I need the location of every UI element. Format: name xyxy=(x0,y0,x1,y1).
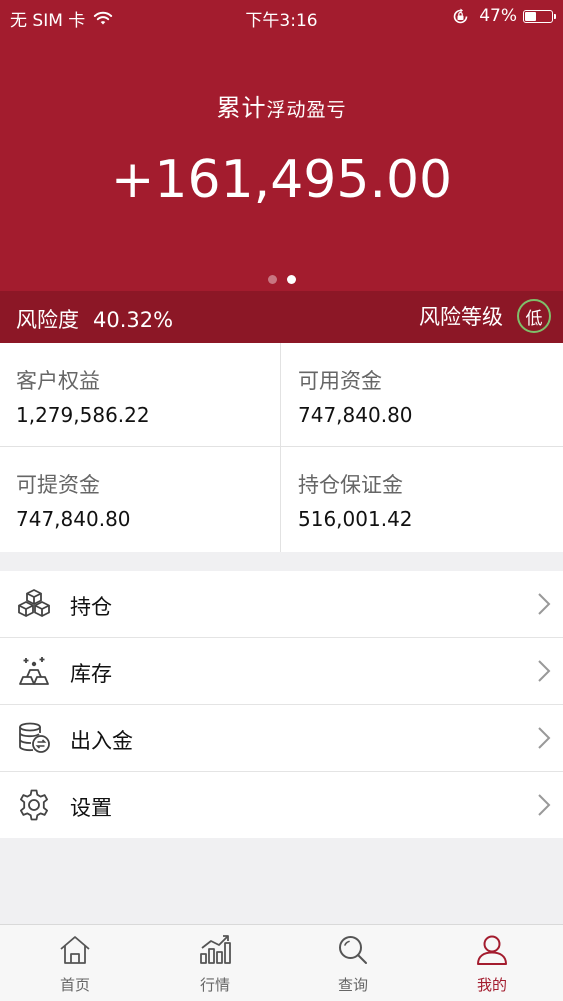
chevron-right-icon xyxy=(538,794,551,816)
boxes-icon xyxy=(18,589,50,617)
risk-degree-value: 40.32% xyxy=(93,308,174,332)
battery-icon xyxy=(523,9,556,23)
chart-icon xyxy=(200,935,231,964)
title-sub: 浮动盈亏 xyxy=(266,99,347,121)
customer-equity-value: 1,279,586.22 xyxy=(16,403,150,427)
tab-market-label: 行情 xyxy=(199,976,230,994)
tab-query[interactable]: 查询 xyxy=(283,925,423,1001)
risk-level-badge-text: 低 xyxy=(525,308,543,329)
page-dot-2[interactable] xyxy=(286,275,296,284)
withdrawable-funds-label: 可提资金 xyxy=(16,473,100,497)
tab-mine[interactable]: 我的 xyxy=(422,925,562,1001)
position-margin-label: 持仓保证金 xyxy=(298,473,403,497)
menu-item-positions[interactable]: 持仓 xyxy=(0,571,563,638)
available-funds-label: 可用资金 xyxy=(298,369,382,393)
menu-item-deposit-withdraw[interactable]: 出入金 xyxy=(0,705,563,772)
account-summary-grid: 客户权益 1,279,586.22 可用资金 747,840.80 可提资金 7… xyxy=(0,343,563,552)
search-icon xyxy=(339,936,367,964)
menu-label-positions: 持仓 xyxy=(70,595,112,619)
account-menu: 持仓 库存 出入金 设置 xyxy=(0,571,563,838)
position-margin-value: 516,001.42 xyxy=(298,507,413,531)
risk-bar: 风险度 40.32% 风险等级 低 xyxy=(0,291,563,343)
available-funds-cell: 可用资金 747,840.80 xyxy=(281,343,562,447)
tab-home-label: 首页 xyxy=(59,976,90,994)
chevron-right-icon xyxy=(538,727,551,749)
menu-item-inventory[interactable]: 库存 xyxy=(0,638,563,705)
available-funds-value: 747,840.80 xyxy=(298,403,413,427)
menu-item-settings[interactable]: 设置 xyxy=(0,772,563,838)
risk-degree: 风险度 40.32% xyxy=(16,304,173,334)
risk-level[interactable]: 风险等级 低 xyxy=(419,299,551,333)
grid-divider-vertical xyxy=(280,343,281,552)
customer-equity-cell: 客户权益 1,279,586.22 xyxy=(0,343,281,447)
risk-level-badge[interactable]: 低 xyxy=(517,299,551,333)
grid-divider-horizontal xyxy=(0,446,563,447)
menu-label-deposit-withdraw: 出入金 xyxy=(70,729,133,753)
floating-pnl-value: +161,495.00 xyxy=(110,150,453,210)
risk-level-label: 风险等级 xyxy=(419,305,503,329)
chevron-right-icon xyxy=(538,593,551,615)
tab-home[interactable]: 首页 xyxy=(5,925,145,1001)
gear-icon xyxy=(20,789,48,821)
user-icon xyxy=(477,935,507,965)
orientation-lock-icon xyxy=(453,8,468,23)
page-dot-1[interactable] xyxy=(267,275,277,284)
inventory-icon xyxy=(19,657,49,685)
tab-market[interactable]: 行情 xyxy=(145,925,285,1001)
page-indicator[interactable] xyxy=(0,269,563,288)
position-margin-cell: 持仓保证金 516,001.42 xyxy=(281,447,562,551)
menu-label-inventory: 库存 xyxy=(70,662,112,686)
tab-query-label: 查询 xyxy=(337,976,368,994)
customer-equity-label: 客户权益 xyxy=(16,369,100,393)
floating-pnl-title: 累计浮动盈亏 xyxy=(0,88,563,123)
withdrawable-funds-cell: 可提资金 747,840.80 xyxy=(0,447,281,551)
tab-bar: 首页 行情 查询 我的 xyxy=(0,924,563,1001)
status-right: 47% xyxy=(452,6,556,26)
battery-percent: 47% xyxy=(479,6,517,26)
menu-label-settings: 设置 xyxy=(70,796,112,820)
withdrawable-funds-value: 747,840.80 xyxy=(16,507,131,531)
status-bar: 无 SIM 卡 下午3:16 47% xyxy=(0,0,563,34)
tab-mine-label: 我的 xyxy=(476,976,507,994)
risk-degree-label: 风险度 xyxy=(16,308,79,332)
home-icon xyxy=(60,936,90,964)
title-main: 累计 xyxy=(216,94,267,122)
battery-fill xyxy=(525,11,536,21)
coins-icon xyxy=(19,722,50,753)
header-banner: 无 SIM 卡 下午3:16 47% 累计浮动盈亏 +161,495.00 xyxy=(0,0,563,291)
chevron-right-icon xyxy=(538,660,551,682)
